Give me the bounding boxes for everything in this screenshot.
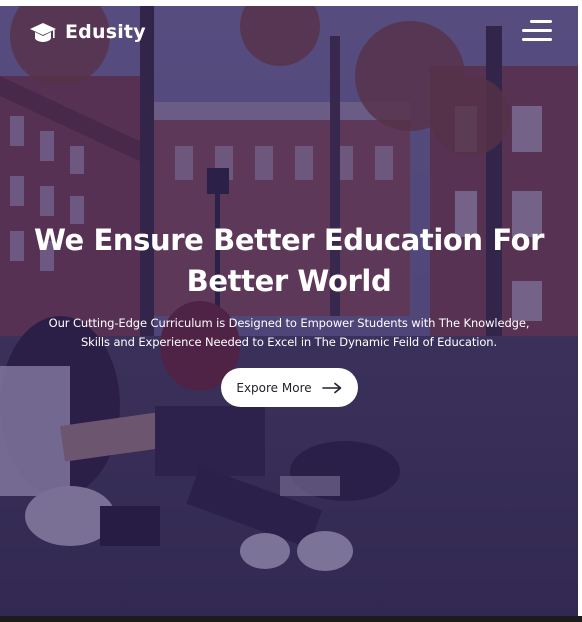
- hero-subtitle: Our Cutting-Edge Curriculum is Designed …: [29, 314, 549, 352]
- bottom-edge: [0, 616, 582, 622]
- right-gutter: [578, 6, 582, 616]
- explore-more-button[interactable]: Expore More: [220, 368, 358, 407]
- hero-subtitle-line-2: Skills and Experience Needed to Excel in…: [80, 335, 498, 349]
- hero-title: We Ensure Better Education For Better Wo…: [29, 220, 549, 302]
- graduation-cap-icon: [30, 23, 56, 42]
- hero-title-line-1: We Ensure Better Education For: [33, 223, 544, 257]
- logo-text: Edusity: [65, 21, 146, 43]
- menu-bar-bottom: [522, 38, 552, 41]
- hero-subtitle-line-1: Our Cutting-Edge Curriculum is Designed …: [48, 316, 530, 330]
- explore-more-label: Expore More: [236, 380, 312, 395]
- menu-bar-top: [530, 20, 552, 23]
- menu-bar-middle: [522, 29, 552, 32]
- hero-content: We Ensure Better Education For Better Wo…: [0, 220, 578, 407]
- site-header: Edusity: [0, 6, 578, 58]
- hamburger-menu-icon[interactable]: [522, 20, 552, 44]
- hero-section: Edusity We Ensure Better Education For B…: [0, 6, 578, 616]
- logo[interactable]: Edusity: [29, 20, 146, 44]
- page: Edusity We Ensure Better Education For B…: [0, 0, 582, 622]
- arrow-right-icon: [321, 382, 341, 393]
- hero-title-line-2: Better World: [186, 264, 392, 298]
